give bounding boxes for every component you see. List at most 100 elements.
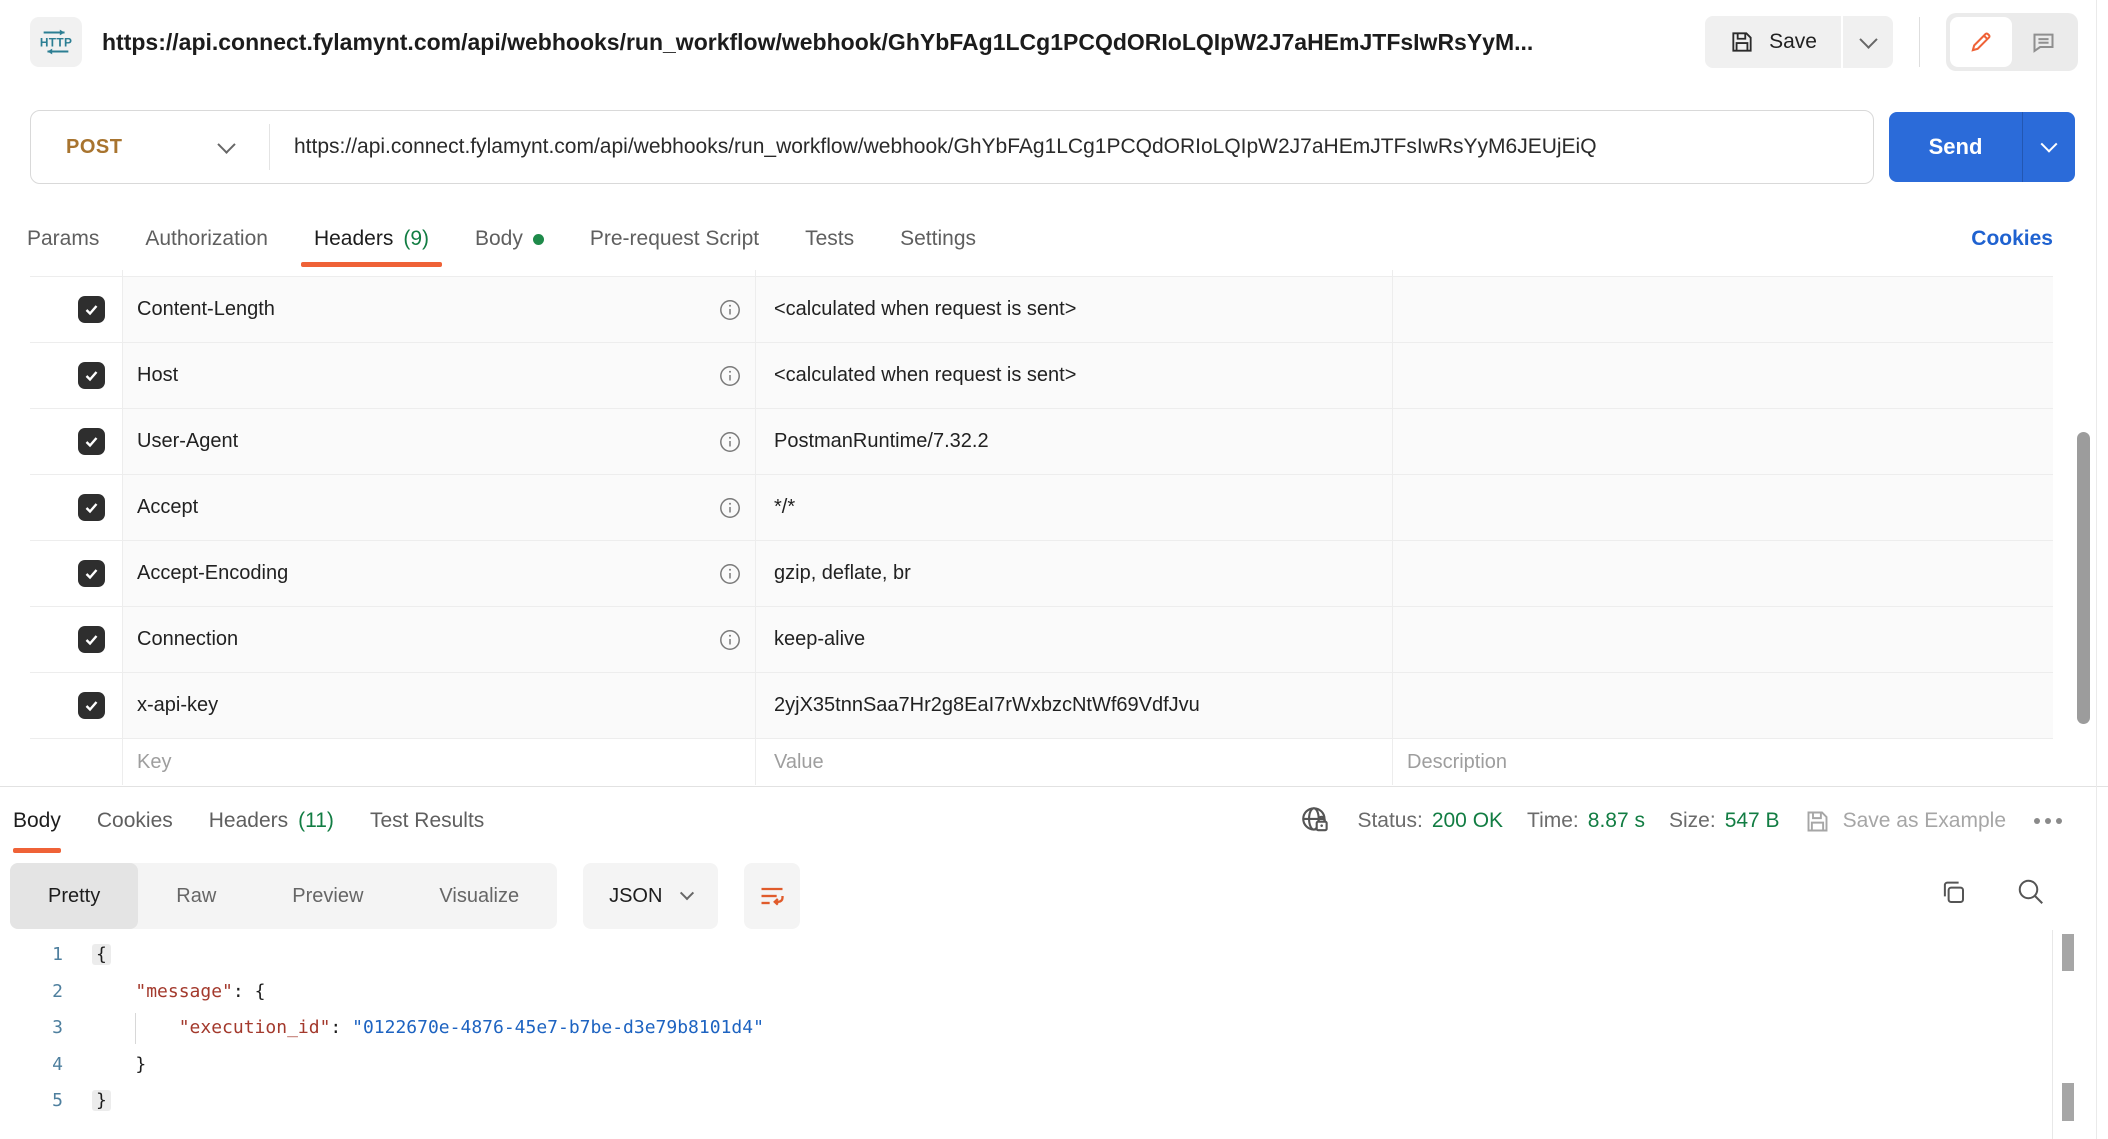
save-as-example-button[interactable]: Save as Example <box>1804 808 2006 835</box>
response-body-editor[interactable]: 1 { 2 "message": { 3 "execution_id": "01… <box>0 937 2108 1120</box>
info-icon[interactable] <box>719 629 741 651</box>
tab-body-label: Body <box>475 227 523 251</box>
request-tabs: Params Authorization Headers (9) Body Pr… <box>27 210 2078 268</box>
header-value[interactable]: */* <box>774 496 795 519</box>
header-value[interactable]: <calculated when request is sent> <box>774 364 1076 387</box>
json-punct: } <box>135 1054 146 1075</box>
response-scrollbar-thumb[interactable] <box>2062 934 2074 971</box>
copy-button[interactable] <box>1936 875 1970 909</box>
request-title: https://api.connect.fylamynt.com/api/web… <box>102 29 1687 56</box>
header-row-checkbox[interactable] <box>78 494 105 521</box>
response-tab-body[interactable]: Body <box>13 787 61 855</box>
fold-brace[interactable]: } <box>92 1090 111 1111</box>
header-row-checkbox[interactable] <box>78 560 105 587</box>
json-punct: : { <box>233 981 266 1002</box>
network-globe-icon[interactable] <box>1299 804 1333 838</box>
fold-brace[interactable]: { <box>92 944 111 965</box>
header-row-checkbox[interactable] <box>78 362 105 389</box>
line-number[interactable]: 2 <box>0 974 63 1011</box>
response-tabs: Body Cookies Headers (11) Test Results S… <box>0 787 2108 855</box>
search-button[interactable] <box>2014 875 2048 909</box>
response-meta: Status: 200 OK Time: 8.87 s Size: 547 B <box>1299 787 2062 855</box>
more-options-icon[interactable] <box>2034 818 2062 824</box>
value-placeholder[interactable]: Value <box>774 751 824 774</box>
tab-authorization[interactable]: Authorization <box>145 210 268 268</box>
header-value[interactable]: keep-alive <box>774 628 865 651</box>
line-number[interactable]: 1 <box>0 937 63 974</box>
response-tab-test-results-label: Test Results <box>370 809 484 833</box>
header-row-checkbox[interactable] <box>78 692 105 719</box>
response-scrollbar-marker[interactable] <box>2062 1083 2074 1121</box>
response-tab-headers[interactable]: Headers (11) <box>209 787 334 855</box>
info-icon[interactable] <box>719 299 741 321</box>
save-button-label: Save <box>1769 30 1817 54</box>
url-box: POST https://api.connect.fylamynt.com/ap… <box>30 110 1874 184</box>
status-value: 200 OK <box>1432 809 1503 833</box>
header-value[interactable]: gzip, deflate, br <box>774 562 911 585</box>
response-tab-body-label: Body <box>13 809 61 833</box>
table-row: x-api-key 2yjX35tnnSaa7Hr2g8EaI7rWxbzcNt… <box>30 673 2053 739</box>
header-key[interactable]: Accept-Encoding <box>137 562 288 585</box>
view-preview[interactable]: Preview <box>254 863 401 929</box>
info-icon[interactable] <box>719 497 741 519</box>
info-icon[interactable] <box>719 563 741 585</box>
tab-body[interactable]: Body <box>475 210 544 268</box>
response-tab-cookies[interactable]: Cookies <box>97 787 173 855</box>
tab-headers[interactable]: Headers (9) <box>314 210 429 268</box>
description-placeholder[interactable]: Description <box>1407 751 1507 774</box>
request-url-row: POST https://api.connect.fylamynt.com/ap… <box>30 110 2075 184</box>
json-punct: : <box>330 1017 352 1038</box>
indent <box>92 981 135 1002</box>
header-key[interactable]: User-Agent <box>137 430 238 453</box>
line-number[interactable]: 3 <box>0 1010 63 1047</box>
view-raw[interactable]: Raw <box>138 863 254 929</box>
info-icon[interactable] <box>719 365 741 387</box>
format-dropdown[interactable]: JSON <box>583 863 718 929</box>
header-key[interactable]: Connection <box>137 628 238 651</box>
header-value[interactable]: 2yjX35tnnSaa7Hr2g8EaI7rWxbzcNtWf69VdfJvu <box>774 694 1200 717</box>
line-number[interactable]: 4 <box>0 1047 63 1084</box>
save-button[interactable]: Save <box>1705 16 1841 68</box>
response-tab-test-results[interactable]: Test Results <box>370 787 484 855</box>
response-scrollbar-track <box>2052 930 2053 1139</box>
header-key[interactable]: Accept <box>137 496 198 519</box>
save-options-button[interactable] <box>1843 16 1893 68</box>
check-icon <box>83 565 100 582</box>
header-value[interactable]: PostmanRuntime/7.32.2 <box>774 430 989 453</box>
header-key[interactable]: Content-Length <box>137 298 275 321</box>
wrap-text-button[interactable] <box>744 863 800 929</box>
tab-headers-label: Headers <box>314 227 393 251</box>
method-selector[interactable]: POST <box>31 136 269 159</box>
view-pretty[interactable]: Pretty <box>10 863 138 929</box>
table-row: Connection keep-alive <box>30 607 2053 673</box>
code-line: 2 "message": { <box>0 974 2108 1011</box>
edit-mode-button[interactable] <box>1950 17 2012 67</box>
method-label: POST <box>66 136 122 159</box>
header-row-checkbox[interactable] <box>78 296 105 323</box>
info-icon[interactable] <box>719 431 741 453</box>
table-row: Host <calculated when request is sent> <box>30 343 2053 409</box>
tab-tests[interactable]: Tests <box>805 210 854 268</box>
view-visualize[interactable]: Visualize <box>401 863 557 929</box>
url-input[interactable]: https://api.connect.fylamynt.com/api/web… <box>270 135 1873 159</box>
header-row-checkbox[interactable] <box>78 428 105 455</box>
comment-mode-button[interactable] <box>2012 17 2074 67</box>
view-mode-segments: Pretty Raw Preview Visualize <box>10 863 557 929</box>
tab-pre-request-script[interactable]: Pre-request Script <box>590 210 759 268</box>
cookies-link[interactable]: Cookies <box>1971 227 2053 251</box>
send-options[interactable] <box>2023 112 2075 182</box>
header-key[interactable]: x-api-key <box>137 694 218 717</box>
headers-table-scrollbar[interactable] <box>2077 432 2090 724</box>
tab-settings[interactable]: Settings <box>900 210 976 268</box>
code-line: 5 } <box>0 1083 2108 1120</box>
key-placeholder[interactable]: Key <box>137 751 171 774</box>
line-number[interactable]: 5 <box>0 1083 63 1120</box>
send-button[interactable]: Send <box>1889 112 2075 182</box>
body-has-content-dot <box>533 234 544 245</box>
save-button-group: Save <box>1705 16 1893 68</box>
code-line: 3 "execution_id": "0122670e-4876-45e7-b7… <box>0 1010 2108 1047</box>
header-key[interactable]: Host <box>137 364 178 387</box>
header-value[interactable]: <calculated when request is sent> <box>774 298 1076 321</box>
header-row-checkbox[interactable] <box>78 626 105 653</box>
tab-params[interactable]: Params <box>27 210 99 268</box>
